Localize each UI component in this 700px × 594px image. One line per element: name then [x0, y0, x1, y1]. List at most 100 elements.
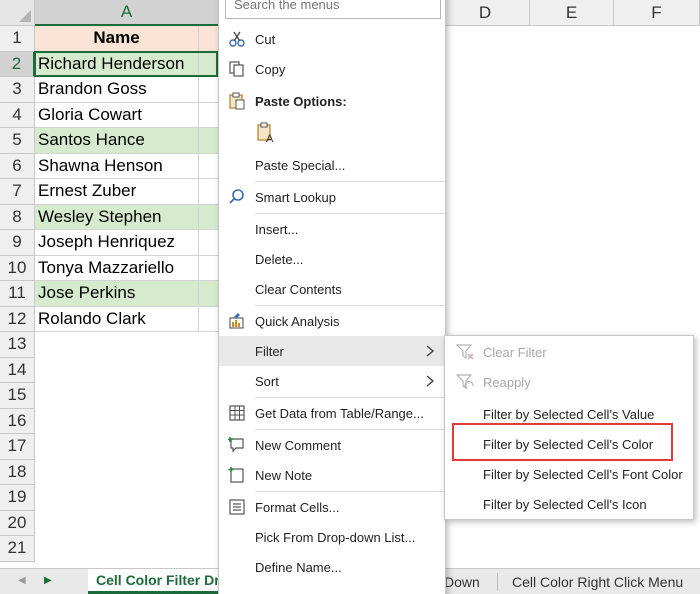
column-header-d[interactable]: D — [440, 0, 530, 26]
cell-a17[interactable] — [35, 434, 199, 460]
cell-a11[interactable]: Jose Perkins — [35, 281, 199, 307]
cell-a20[interactable] — [35, 511, 199, 537]
cell-b7[interactable] — [199, 179, 219, 205]
row-header-17[interactable]: 17 — [0, 434, 35, 460]
cell-b9[interactable] — [199, 230, 219, 256]
cell-a3[interactable]: Brandon Goss — [35, 77, 199, 103]
cell-a12[interactable]: Rolando Clark — [35, 306, 199, 332]
menu-item-filter[interactable]: Filter — [219, 336, 445, 366]
submenu-item-filter-by-font-color[interactable]: Filter by Selected Cell's Font Color — [445, 459, 693, 489]
menu-search-input[interactable]: Search the menus — [225, 0, 441, 19]
column-header-e[interactable]: E — [530, 0, 614, 26]
column-header-a[interactable]: A — [35, 0, 219, 26]
copy-icon — [229, 61, 244, 77]
menu-item-label: Define Name... — [255, 559, 342, 575]
cell-b18[interactable] — [199, 460, 219, 486]
cell-b14[interactable] — [199, 358, 219, 384]
row-header-10[interactable]: 10 — [0, 255, 35, 281]
row-header-13[interactable]: 13 — [0, 332, 35, 358]
row-header-15[interactable]: 15 — [0, 383, 35, 409]
row-header-3[interactable]: 3 — [0, 77, 35, 103]
submenu-item-clear-filter[interactable]: Clear Filter — [445, 337, 693, 367]
cell-a13[interactable] — [35, 332, 199, 358]
cell-a16[interactable] — [35, 409, 199, 435]
cell-a18[interactable] — [35, 460, 199, 486]
cell-b17[interactable] — [199, 434, 219, 460]
select-all-corner[interactable] — [0, 0, 35, 26]
cell-b4[interactable] — [199, 103, 219, 128]
sheet-tab-dropdown[interactable]: Down — [444, 569, 494, 594]
cell-b1[interactable] — [199, 26, 219, 52]
menu-item-format-cells[interactable]: Format Cells... — [219, 492, 445, 522]
paste-option-keep-text[interactable]: A — [219, 116, 445, 150]
sheet-tab-right-click-menu[interactable]: Cell Color Right Click Menu — [512, 569, 700, 594]
menu-item-label: Insert... — [255, 221, 299, 237]
cell-a8[interactable]: Wesley Stephen — [35, 204, 199, 230]
cell-a5[interactable]: Santos Hance — [35, 128, 199, 154]
row-header-5[interactable]: 5 — [0, 128, 35, 154]
sheet-tab-cell-color-filter[interactable]: Cell Color Filter Dr — [88, 569, 218, 594]
tab-scroll-right-icon[interactable]: ▶ — [44, 575, 52, 586]
menu-item-clear-contents[interactable]: Clear Contents — [219, 274, 445, 304]
cell-b13[interactable] — [199, 332, 219, 358]
cell-b19[interactable] — [199, 485, 219, 511]
row-header-18[interactable]: 18 — [0, 459, 35, 485]
menu-item-define-name[interactable]: Define Name... — [219, 552, 445, 582]
cell-a19[interactable] — [35, 485, 199, 511]
row-header-9[interactable]: 9 — [0, 230, 35, 256]
row-header-20[interactable]: 20 — [0, 510, 35, 536]
cell-b20[interactable] — [199, 511, 219, 537]
submenu-item-label: Filter by Selected Cell's Value — [483, 406, 655, 422]
menu-item-new-note[interactable]: New Note — [219, 460, 445, 490]
row-header-14[interactable]: 14 — [0, 357, 35, 383]
cell-a7[interactable]: Ernest Zuber — [35, 179, 199, 205]
row-header-16[interactable]: 16 — [0, 408, 35, 434]
row-header-19[interactable]: 19 — [0, 485, 35, 511]
row-header-7[interactable]: 7 — [0, 179, 35, 205]
cell-b11[interactable] — [199, 281, 219, 307]
submenu-item-filter-by-icon[interactable]: Filter by Selected Cell's Icon — [445, 489, 693, 519]
menu-item-delete[interactable]: Delete... — [219, 244, 445, 274]
menu-heading-paste-options: Paste Options: — [219, 86, 445, 116]
cell-b12[interactable] — [199, 307, 219, 332]
cell-a10[interactable]: Tonya Mazzariello — [35, 255, 199, 281]
menu-item-insert[interactable]: Insert... — [219, 214, 445, 244]
cell-a4[interactable]: Gloria Cowart — [35, 102, 199, 128]
row-header-11[interactable]: 11 — [0, 281, 35, 307]
menu-item-get-data[interactable]: Get Data from Table/Range... — [219, 398, 445, 428]
menu-item-cut[interactable]: Cut — [219, 24, 445, 54]
row-header-4[interactable]: 4 — [0, 102, 35, 128]
menu-item-paste-special[interactable]: Paste Special... — [219, 150, 445, 180]
reapply-filter-icon — [455, 374, 474, 390]
cell-a14[interactable] — [35, 358, 199, 384]
row-header-12[interactable]: 12 — [0, 306, 35, 332]
row-header-21[interactable]: 21 — [0, 536, 35, 562]
column-header-cell-name[interactable]: Name — [35, 26, 199, 52]
cell-b10[interactable] — [199, 256, 219, 281]
cell-b3[interactable] — [199, 77, 219, 103]
cell-b5[interactable] — [199, 128, 219, 154]
menu-item-copy[interactable]: Copy — [219, 54, 445, 84]
row-header-6[interactable]: 6 — [0, 153, 35, 179]
row-header-1[interactable]: 1 — [0, 26, 35, 52]
menu-item-label: Paste Special... — [255, 157, 346, 173]
menu-item-new-comment[interactable]: New Comment — [219, 430, 445, 460]
row-header-2[interactable]: 2 — [0, 51, 35, 77]
cell-b21[interactable] — [199, 536, 219, 562]
tab-scroll-left-icon[interactable]: ◀ — [18, 575, 26, 586]
menu-item-smart-lookup[interactable]: Smart Lookup — [219, 182, 445, 212]
menu-item-sort[interactable]: Sort — [219, 366, 445, 396]
cell-a15[interactable] — [35, 383, 199, 409]
menu-item-quick-analysis[interactable]: Quick Analysis — [219, 306, 445, 336]
column-header-f[interactable]: F — [614, 0, 700, 26]
cell-b15[interactable] — [199, 383, 219, 409]
cell-b16[interactable] — [199, 409, 219, 435]
cell-a6[interactable]: Shawna Henson — [35, 153, 199, 179]
cell-a21[interactable] — [35, 536, 199, 562]
submenu-item-reapply[interactable]: Reapply — [445, 367, 693, 397]
cell-b6[interactable] — [199, 154, 219, 179]
menu-item-pick-dropdown[interactable]: Pick From Drop-down List... — [219, 522, 445, 552]
row-header-8[interactable]: 8 — [0, 204, 35, 230]
cell-a9[interactable]: Joseph Henriquez — [35, 230, 199, 256]
cell-b8[interactable] — [199, 204, 219, 230]
